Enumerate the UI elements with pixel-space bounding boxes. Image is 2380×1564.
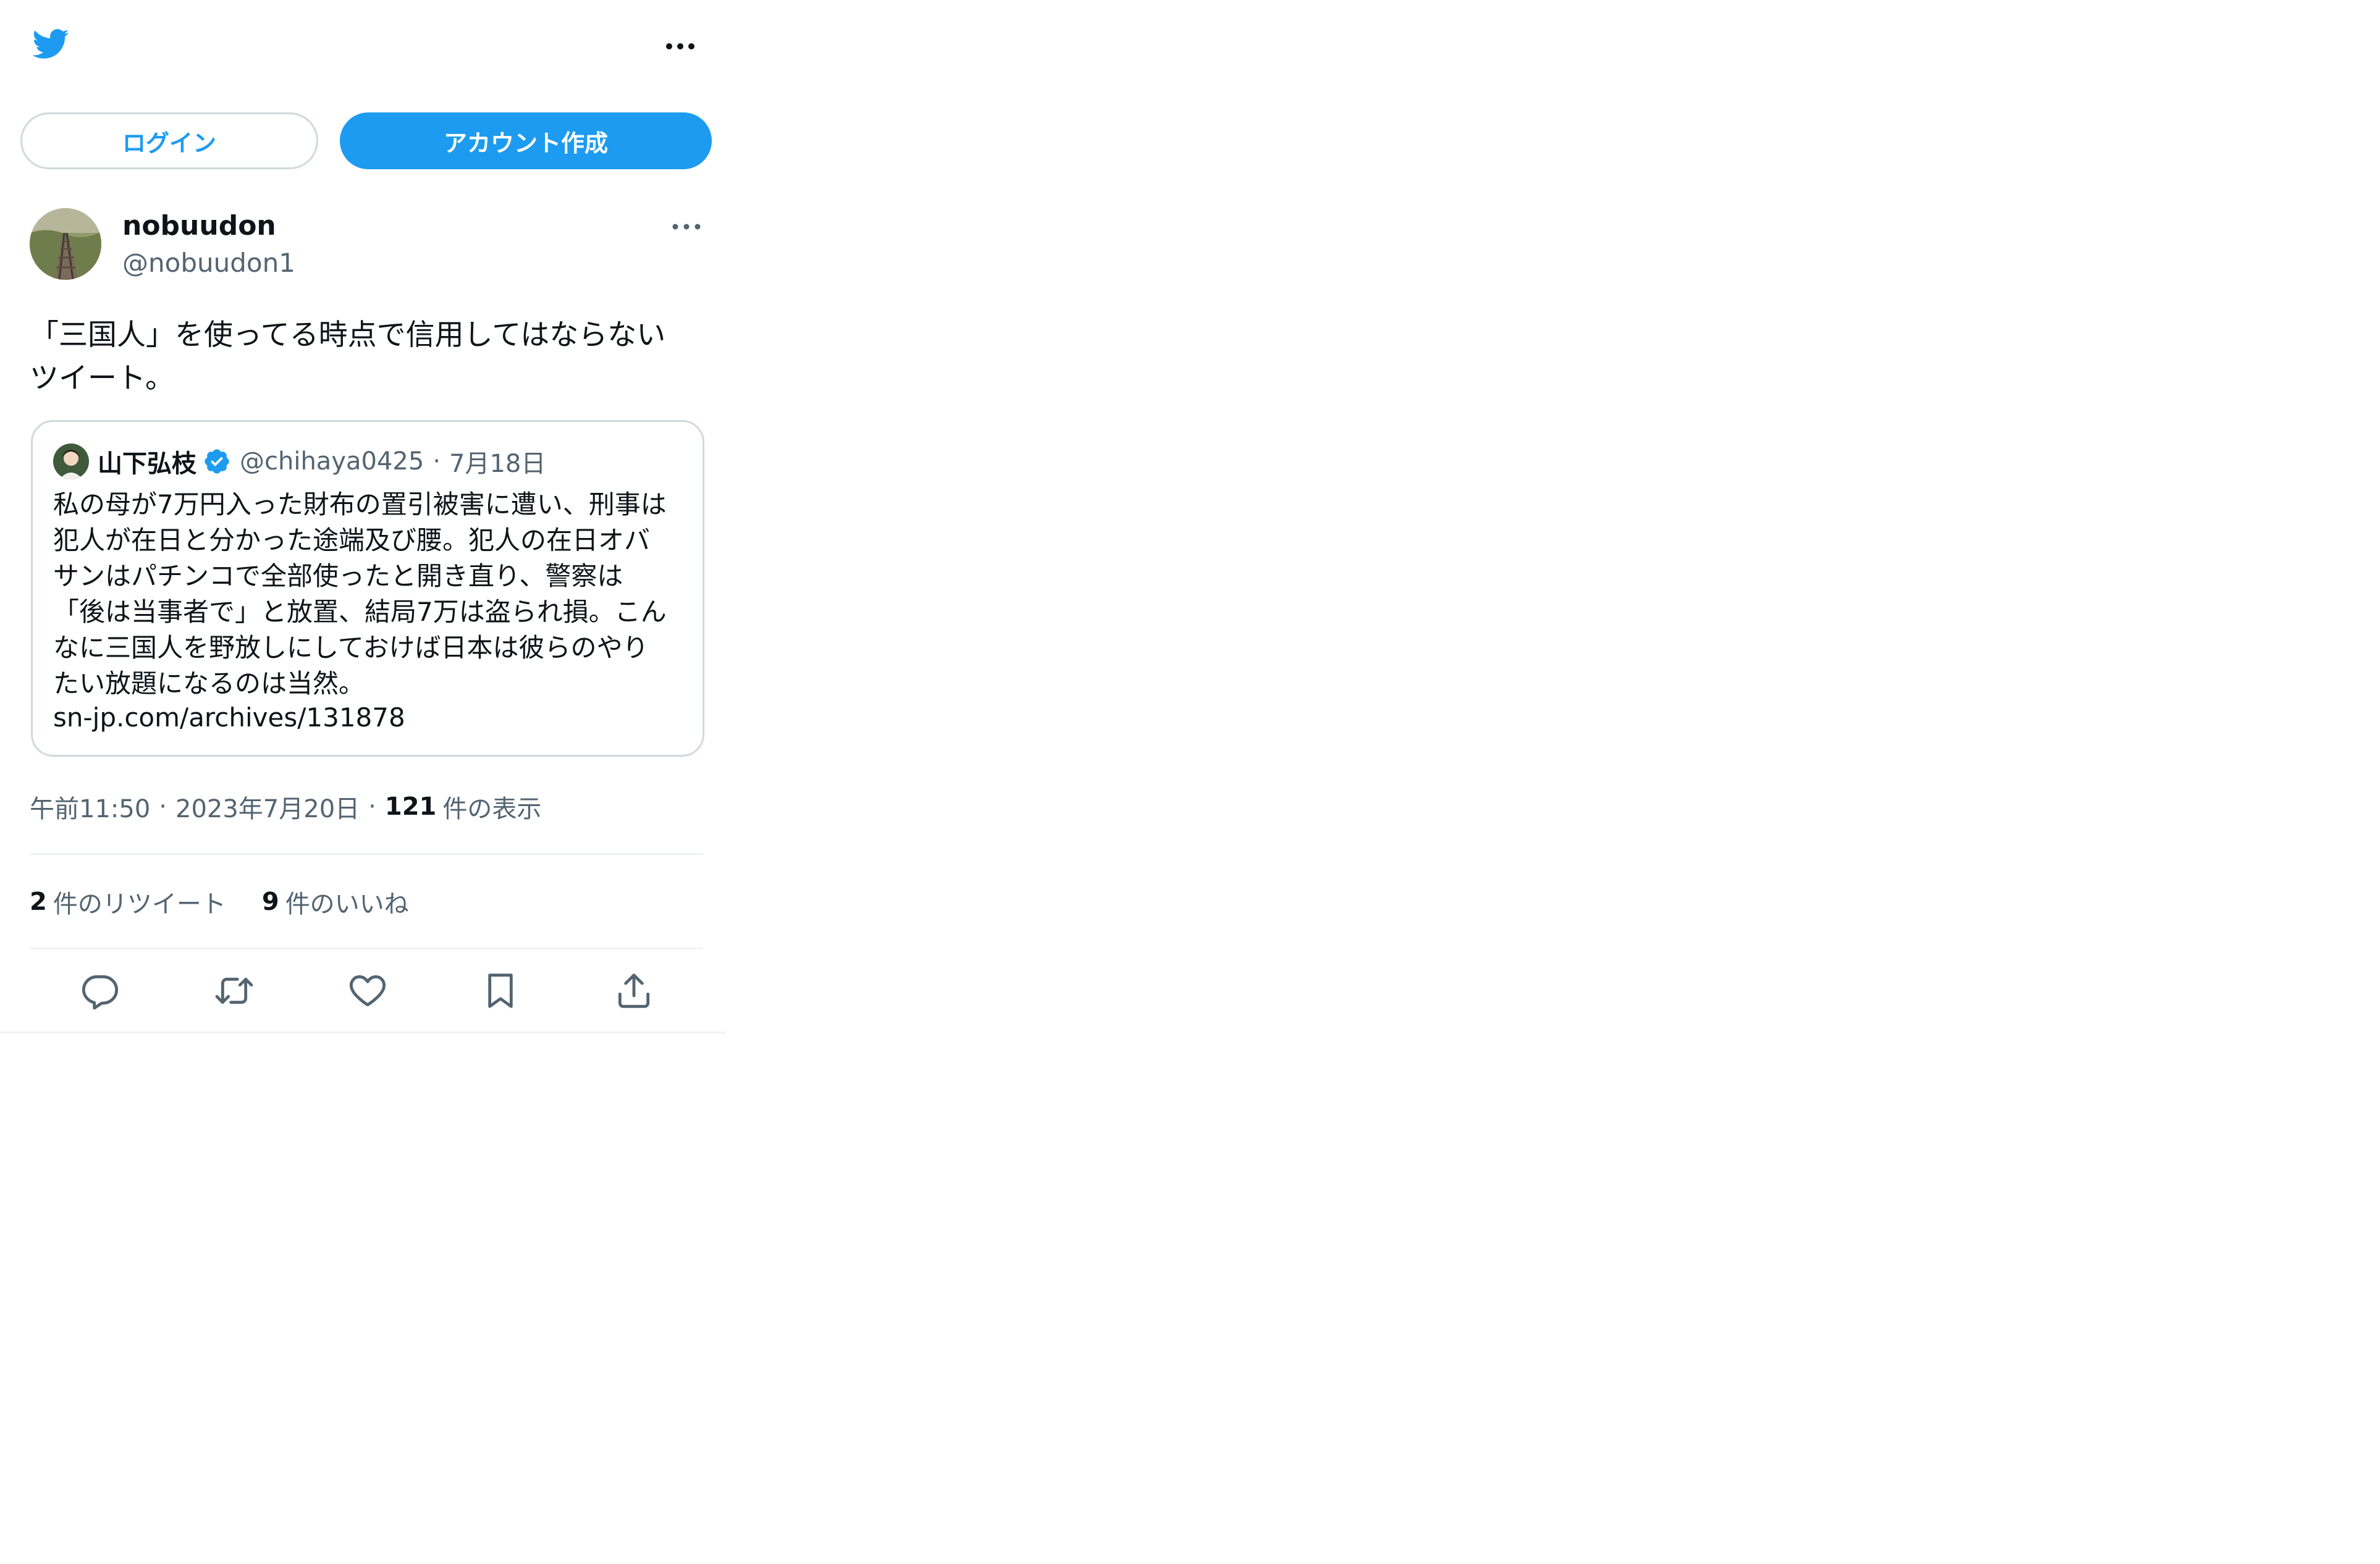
retweet-icon[interactable] bbox=[214, 971, 254, 1011]
author-name[interactable]: nobuudon bbox=[122, 209, 276, 243]
dot-separator: · bbox=[159, 793, 167, 821]
likes-label: 件のいいね bbox=[285, 890, 409, 919]
retweets-stat[interactable]: 2 件のリツイート bbox=[30, 884, 226, 920]
divider bbox=[30, 853, 703, 855]
dot-separator: · bbox=[368, 793, 376, 821]
tweet-meta: 午前11:50 · 2023年7月20日 · 121 件の表示 bbox=[30, 788, 541, 825]
reply-icon[interactable] bbox=[80, 971, 120, 1011]
page: ログイン アカウント作成 nobuudon @nobuudon1 「三国人」を使… bbox=[0, 0, 2380, 1564]
quoted-tweet-link[interactable]: sn-jp.com/archives/131878 bbox=[53, 700, 405, 736]
quoted-tweet-card[interactable]: 山下弘枝 @chihaya0425 · 7月18日 私の母が7万円入った財布の置… bbox=[31, 420, 704, 757]
verified-badge-icon bbox=[205, 449, 229, 474]
author-handle[interactable]: @nobuudon1 bbox=[122, 246, 295, 280]
avatar[interactable] bbox=[30, 208, 101, 280]
retweets-count: 2 bbox=[30, 888, 47, 916]
quoted-author-name: 山下弘枝 bbox=[98, 450, 196, 478]
quoted-tweet-text: 私の母が7万円入った財布の置引被害に遭い、刑事は 犯人が在日と分かった途端及び腰… bbox=[53, 489, 667, 699]
likes-stat[interactable]: 9 件のいいね bbox=[262, 884, 409, 920]
quoted-author-avatar bbox=[53, 444, 89, 479]
twitter-bird-icon[interactable] bbox=[28, 25, 72, 63]
quoted-author-handle: @chihaya0425 bbox=[240, 447, 424, 476]
tweet-date[interactable]: 2023年7月20日 bbox=[175, 789, 360, 825]
quoted-tweet-header: 山下弘枝 @chihaya0425 · 7月18日 bbox=[98, 442, 546, 481]
tweet-time[interactable]: 午前11:50 bbox=[30, 789, 150, 825]
login-button[interactable]: ログイン bbox=[20, 112, 318, 169]
divider bbox=[30, 948, 703, 949]
tweet-stats: 2 件のリツイート 9 件のいいね bbox=[30, 883, 409, 920]
tweet-column: ログイン アカウント作成 nobuudon @nobuudon1 「三国人」を使… bbox=[0, 0, 726, 1033]
views-label: 件の表示 bbox=[442, 795, 542, 823]
signup-button[interactable]: アカウント作成 bbox=[340, 112, 712, 169]
dot-separator: · bbox=[433, 447, 441, 476]
share-icon[interactable] bbox=[614, 971, 654, 1011]
quoted-tweet-date: 7月18日 bbox=[449, 450, 546, 478]
likes-count: 9 bbox=[261, 888, 279, 916]
views-count: 121 bbox=[384, 793, 437, 821]
retweets-label: 件のリツイート bbox=[53, 890, 226, 919]
bookmark-icon[interactable] bbox=[481, 971, 520, 1011]
tweet-text: 「三国人」を使ってる時点で信用してはならない ツイート。 bbox=[30, 318, 666, 395]
like-icon[interactable] bbox=[348, 971, 387, 1011]
tweet-more-icon[interactable] bbox=[670, 216, 703, 237]
more-horizontal-icon[interactable] bbox=[664, 34, 696, 59]
